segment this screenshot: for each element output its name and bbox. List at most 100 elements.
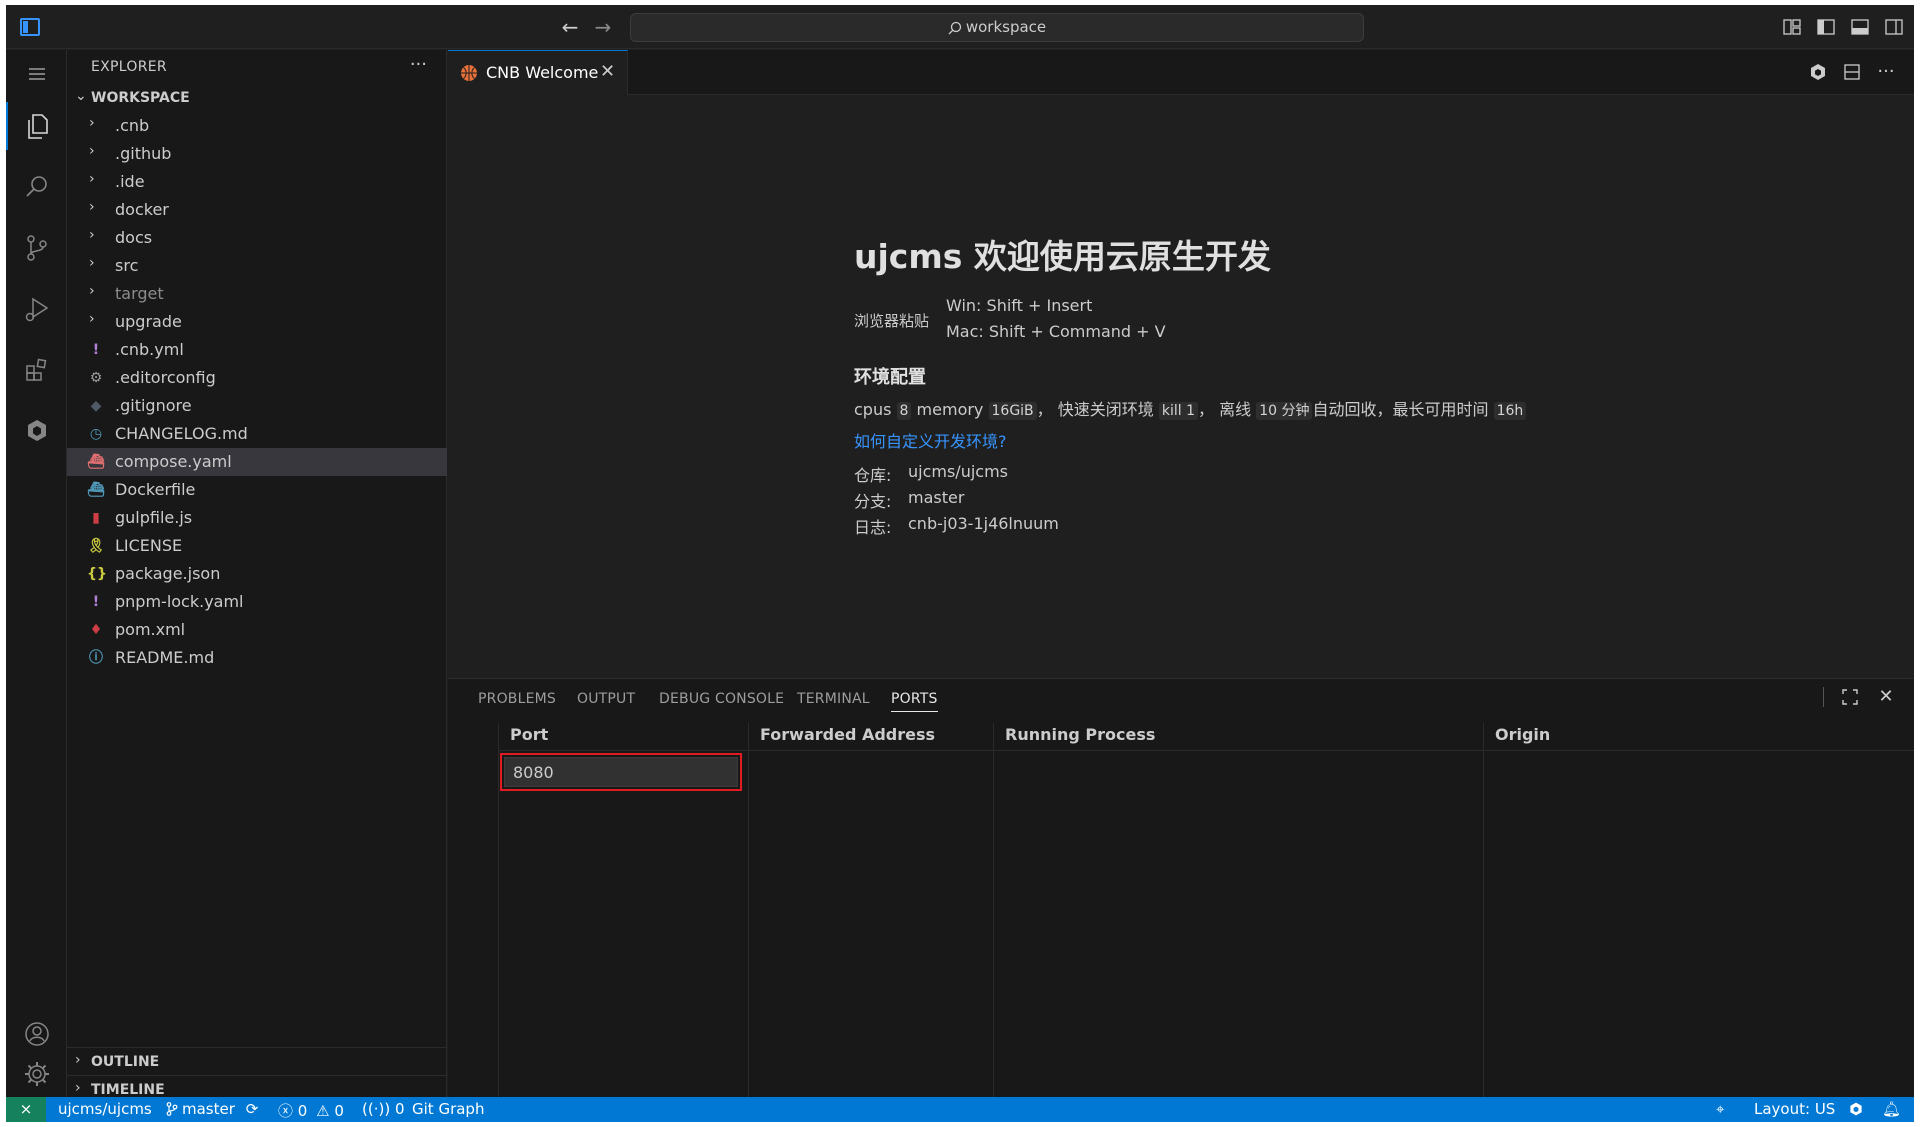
extensions-icon[interactable] <box>6 346 67 394</box>
vscode-window: ← → workspace EXPLORER ··· ⌄ WORKSPACE ›… <box>6 5 1914 1122</box>
close-panel-icon[interactable]: ✕ <box>1876 687 1896 707</box>
chevron-right-icon: › <box>89 227 95 243</box>
tab-problems[interactable]: PROBLEMS <box>478 691 556 707</box>
basketball-icon <box>461 65 477 81</box>
paste-mac: Mac: Shift + Command + V <box>946 322 1166 341</box>
cnb-status-icon[interactable] <box>1848 1100 1864 1118</box>
env-config-title: 环境配置 <box>854 367 926 388</box>
tree-folder-ide[interactable]: › .ide <box>67 168 447 196</box>
max-time-value: 16h <box>1493 402 1527 420</box>
command-center-search[interactable]: workspace <box>630 13 1364 42</box>
tree-folder-src[interactable]: › src <box>67 252 447 280</box>
clock-file-icon: ◷ <box>89 426 103 442</box>
chevron-down-icon: ⌄ <box>75 88 87 104</box>
search-view-icon[interactable] <box>6 163 67 211</box>
tab-debug-console[interactable]: DEBUG CONSOLE <box>659 691 784 707</box>
timeline-label: TIMELINE <box>91 1082 165 1098</box>
quick-close-cmd: kill 1 <box>1158 402 1198 420</box>
port-input[interactable] <box>504 757 738 787</box>
column-header-port[interactable]: Port <box>510 725 548 744</box>
tab-cnb-welcome[interactable]: CNB Welcome ✕ <box>448 50 628 95</box>
status-layout[interactable]: Layout: US <box>1754 1100 1835 1118</box>
explorer-icon[interactable] <box>6 102 67 150</box>
tree-folder-docs[interactable]: › docs <box>67 224 447 252</box>
outline-section-header[interactable]: › OUTLINE <box>67 1047 447 1075</box>
more-actions-icon[interactable]: ··· <box>1876 62 1896 82</box>
panel-actions-divider <box>1823 687 1824 707</box>
workspace-section-header[interactable]: ⌄ WORKSPACE <box>67 86 447 112</box>
status-problems[interactable]: ⓧ 0 ⚠ 0 <box>278 1100 344 1121</box>
maximize-panel-icon[interactable] <box>1840 687 1860 707</box>
tree-file-pom-xml[interactable]: ♦ pom.xml <box>67 616 447 644</box>
chevron-right-icon: › <box>75 1080 81 1096</box>
tree-file-dockerfile[interactable]: ⛴ Dockerfile <box>67 476 447 504</box>
status-ports[interactable]: ((·)) 0 <box>362 1100 405 1118</box>
chevron-right-icon: › <box>75 1052 81 1068</box>
tree-item-label: docs <box>115 228 153 247</box>
tree-item-label: Dockerfile <box>115 480 196 499</box>
forward-arrow-icon[interactable]: → <box>591 15 615 39</box>
tree-file-cnb-yml[interactable]: ! .cnb.yml <box>67 336 447 364</box>
docker-file-icon: ⛴ <box>87 482 105 498</box>
editor-tab-bar: CNB Welcome ✕ ··· <box>448 50 1914 95</box>
tree-file-gitignore[interactable]: ◆ .gitignore <box>67 392 447 420</box>
back-arrow-icon[interactable]: ← <box>558 15 582 39</box>
app-logo-icon[interactable] <box>20 18 40 36</box>
tree-file-readme[interactable]: ⓘ README.md <box>67 644 447 672</box>
sync-icon[interactable]: ⟳ <box>246 1100 259 1118</box>
outline-label: OUTLINE <box>91 1054 160 1070</box>
chevron-right-icon: › <box>89 311 95 327</box>
split-editor-icon[interactable] <box>1842 62 1862 82</box>
toggle-panel-icon[interactable] <box>1850 17 1870 37</box>
tree-file-package-json[interactable]: {} package.json <box>67 560 447 588</box>
tree-file-editorconfig[interactable]: ⚙ .editorconfig <box>67 364 447 392</box>
tree-file-pnpm-lock[interactable]: ! pnpm-lock.yaml <box>67 588 447 616</box>
search-icon <box>948 21 961 34</box>
customize-env-link[interactable]: 如何自定义开发环境? <box>854 428 1007 452</box>
tree-folder-docker[interactable]: › docker <box>67 196 447 224</box>
tree-file-gulpfile[interactable]: ▮ gulpfile.js <box>67 504 447 532</box>
tree-item-label: .cnb <box>115 116 150 135</box>
cpus-label: cpus <box>854 400 892 419</box>
log-value: cnb-j03-1j46lnuum <box>908 514 1059 533</box>
run-debug-icon[interactable] <box>6 285 67 333</box>
toggle-secondary-sidebar-icon[interactable] <box>1884 17 1904 37</box>
status-git-graph[interactable]: Git Graph <box>412 1100 484 1118</box>
tree-file-compose-yaml[interactable]: ⛴ compose.yaml <box>67 448 447 476</box>
status-bar: ⨯ ujcms/ujcms master ⟳ ⓧ 0 ⚠ 0 ((·)) 0 G… <box>6 1097 1914 1122</box>
cnb-extension-icon[interactable] <box>6 407 67 455</box>
cpus-value: 8 <box>896 402 912 420</box>
repo-label: 仓库: <box>854 466 892 485</box>
location-pin-icon[interactable]: ⌖ <box>1716 1100 1724 1118</box>
panel-tab-bar: PROBLEMS OUTPUT DEBUG CONSOLE TERMINAL P… <box>448 679 1914 715</box>
tree-folder-github[interactable]: › .github <box>67 140 447 168</box>
cnb-action-icon[interactable] <box>1808 62 1828 82</box>
column-header-running-process[interactable]: Running Process <box>1005 725 1155 744</box>
close-icon[interactable]: ✕ <box>600 61 615 82</box>
menu-icon[interactable] <box>6 50 67 98</box>
column-header-origin[interactable]: Origin <box>1495 725 1550 744</box>
tree-folder-target[interactable]: › target <box>67 280 447 308</box>
remote-indicator-icon[interactable]: ⨯ <box>6 1097 46 1122</box>
tree-folder-upgrade[interactable]: › upgrade <box>67 308 447 336</box>
tab-label: CNB Welcome <box>486 63 599 82</box>
customize-layout-icon[interactable] <box>1782 17 1802 37</box>
column-header-forwarded-address[interactable]: Forwarded Address <box>760 725 935 744</box>
tab-ports[interactable]: PORTS <box>891 691 938 712</box>
env-config-line: cpus 8 memory 16GiB， 快速关闭环境 kill 1， 离线 1… <box>854 396 1527 420</box>
chevron-right-icon: › <box>89 143 95 159</box>
manage-gear-icon[interactable] <box>6 1050 67 1098</box>
title-bar: ← → workspace <box>6 5 1914 49</box>
tree-file-license[interactable]: 🎗 LICENSE <box>67 532 447 560</box>
tab-terminal[interactable]: TERMINAL <box>797 691 870 707</box>
tab-output[interactable]: OUTPUT <box>577 691 635 707</box>
toggle-primary-sidebar-icon[interactable] <box>1816 17 1836 37</box>
more-actions-icon[interactable]: ··· <box>410 54 427 75</box>
tree-file-changelog[interactable]: ◷ CHANGELOG.md <box>67 420 447 448</box>
tree-item-label: .gitignore <box>115 396 192 415</box>
status-branch[interactable]: master ⟳ <box>166 1100 258 1118</box>
tree-folder-cnb[interactable]: › .cnb <box>67 112 447 140</box>
status-repo[interactable]: ujcms/ujcms <box>58 1100 152 1118</box>
notifications-bell-icon[interactable]: 🔔︎ <box>1882 1100 1901 1118</box>
source-control-icon[interactable] <box>6 224 67 272</box>
